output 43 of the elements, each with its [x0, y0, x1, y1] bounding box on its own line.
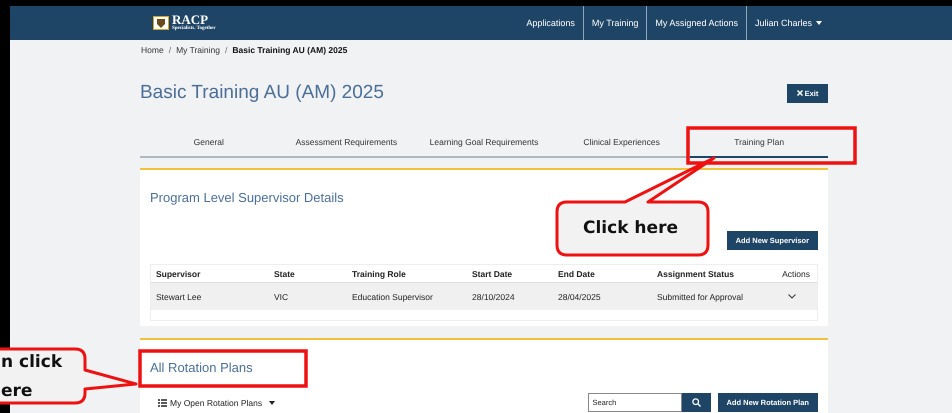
breadcrumb-item[interactable]: Home: [141, 45, 164, 55]
caret-icon: [269, 400, 276, 404]
column-header: Assignment Status: [656, 268, 735, 278]
callout-text: Click here: [583, 217, 678, 240]
callout-text: n click: [1, 351, 62, 374]
column-header: Start Date: [471, 268, 514, 278]
crest-icon: [153, 16, 169, 30]
filter-dropdown[interactable]: My Open Rotation Plans: [158, 398, 276, 408]
tab[interactable]: Assessment Requirements: [278, 128, 416, 156]
tab[interactable]: General: [140, 128, 278, 156]
breadcrumb-item: Basic Training AU (AM) 2025: [232, 45, 348, 55]
caret-icon: [816, 21, 822, 25]
column-header: State: [273, 268, 296, 278]
table-cell-text: VIC: [273, 292, 290, 302]
table-cell-text: 28/10/2024: [471, 292, 516, 302]
search-button[interactable]: [682, 393, 710, 412]
section-heading: All Rotation Plans: [150, 360, 253, 375]
nav-link[interactable]: Applications: [518, 6, 583, 40]
tab[interactable]: Training Plan: [690, 128, 828, 158]
nav-link[interactable]: My Assigned Actions: [646, 6, 746, 40]
breadcrumb-item[interactable]: My Training: [176, 45, 220, 55]
tab[interactable]: Clinical Experiences: [552, 128, 690, 156]
list-icon: [158, 398, 167, 406]
breadcrumb-separator: /: [225, 45, 228, 55]
section-heading: Program Level Supervisor Details: [150, 190, 344, 205]
table-cell-text: 28/04/2025: [557, 292, 602, 302]
close-icon: [796, 90, 803, 96]
user-menu[interactable]: Julian Charles: [746, 6, 830, 40]
breadcrumb-separator: /: [168, 45, 172, 55]
search-icon: [692, 398, 700, 407]
tab[interactable]: Learning Goal Requirements: [415, 128, 553, 156]
table-cell-text: Stewart Lee: [155, 292, 202, 302]
table-cell-text: Education Supervisor: [351, 292, 434, 302]
nav-link[interactable]: My Training: [582, 6, 646, 40]
logo-name: RACP: [172, 14, 208, 26]
table-cell-text: Submitted for Approval: [656, 292, 744, 302]
column-header: Supervisor: [155, 268, 202, 278]
callout-text: ere: [1, 380, 32, 403]
column-header: End Date: [557, 268, 596, 278]
chevron-down-icon[interactable]: [788, 294, 796, 299]
page-title: Basic Training AU (AM) 2025: [140, 82, 384, 104]
column-header: Training Role: [351, 268, 407, 278]
column-header: Actions: [781, 268, 811, 278]
